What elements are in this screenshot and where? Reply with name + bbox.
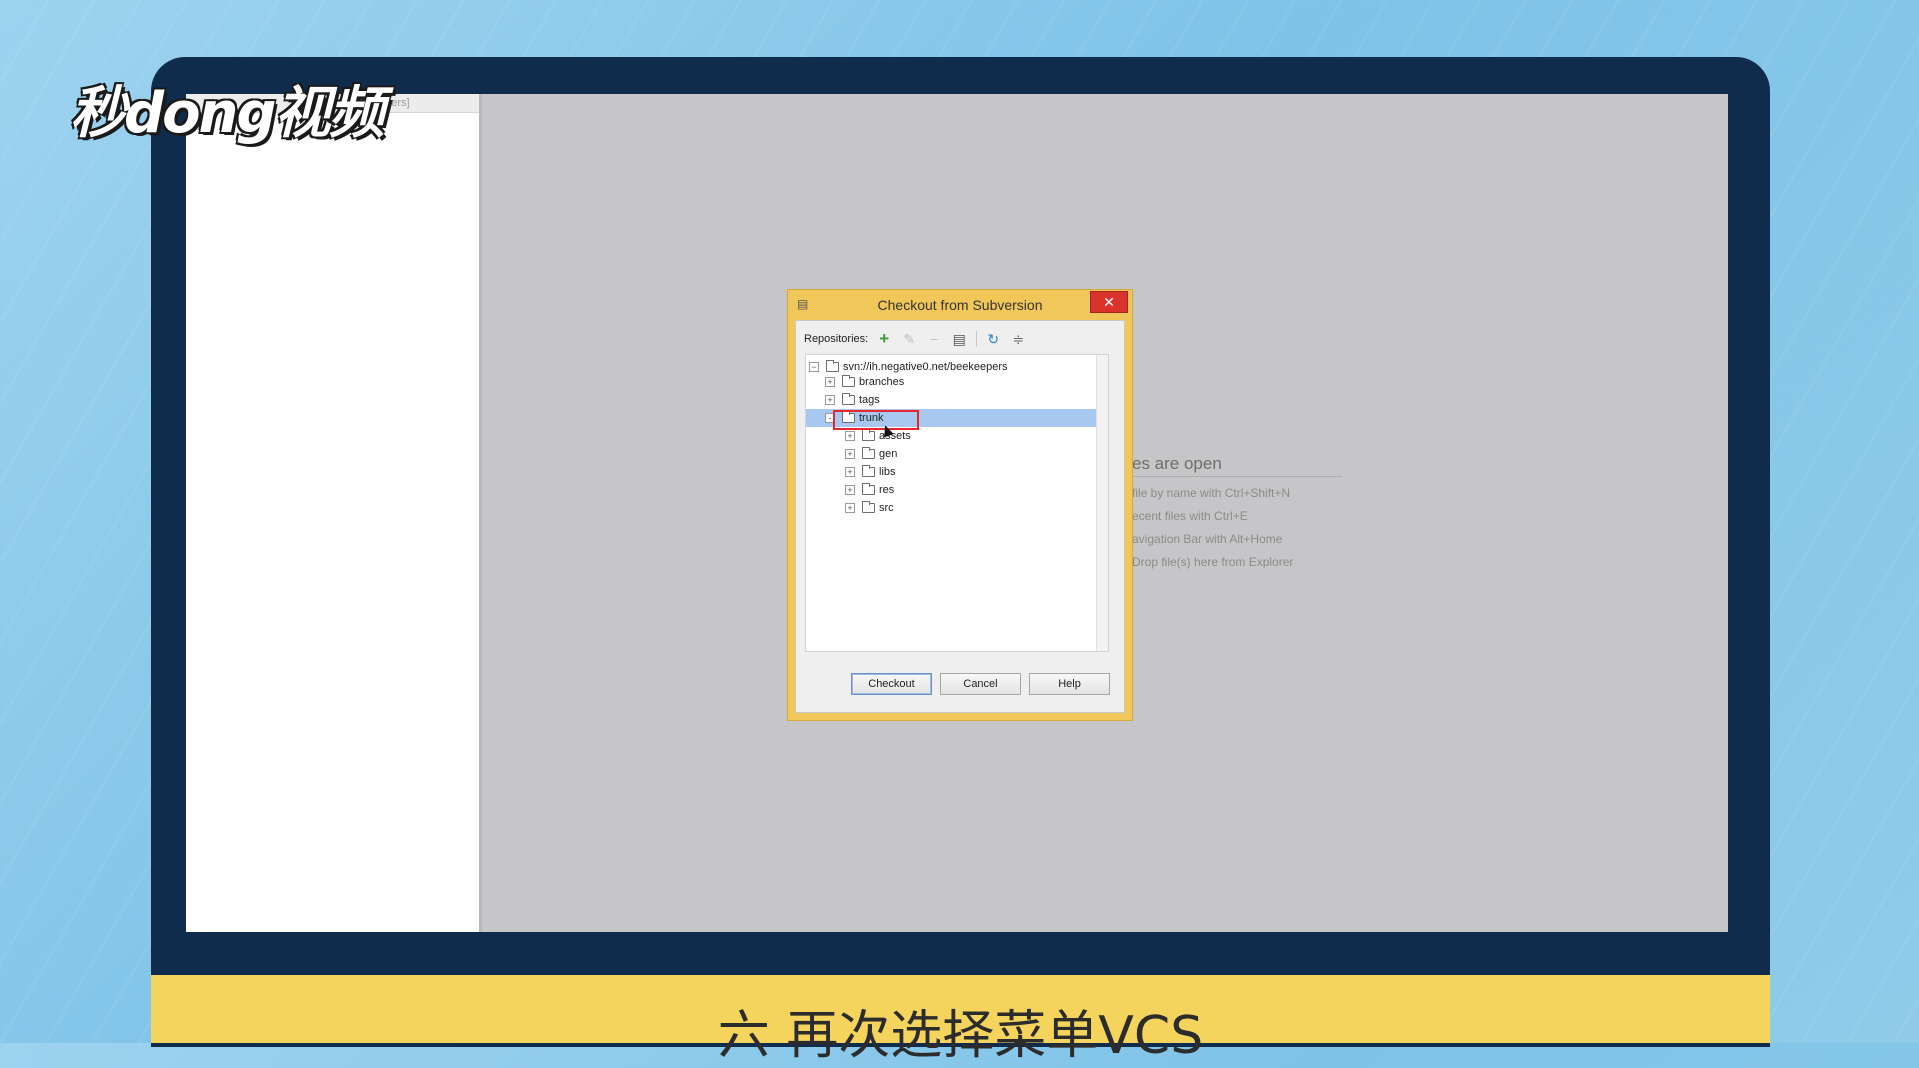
repositories-label: Repositories: (804, 333, 869, 345)
expand-toggle[interactable]: + (825, 395, 835, 405)
tree-row[interactable]: + libs (806, 463, 1096, 481)
browse-icon[interactable]: ▤ (951, 331, 967, 347)
tree-row[interactable]: + tags (806, 391, 1096, 409)
tree-row[interactable]: + res (806, 481, 1096, 499)
expand-toggle[interactable]: + (845, 503, 855, 513)
expand-toggle[interactable]: + (845, 449, 855, 459)
expand-toggle[interactable]: + (845, 485, 855, 495)
cancel-button[interactable]: Cancel (940, 673, 1021, 695)
repositories-toolbar: Repositories: + ✎ − ▤ ↻ ≑ (804, 330, 1035, 348)
folder-icon (862, 447, 875, 459)
folder-icon (862, 429, 875, 441)
collapse-icon[interactable]: ≑ (1010, 331, 1026, 347)
expand-toggle[interactable]: + (845, 467, 855, 477)
tree-item-label: libs (879, 466, 896, 478)
tree-item-label: src (879, 502, 894, 514)
dialog-body: Repositories: + ✎ − ▤ ↻ ≑ − svn://ih.neg… (795, 320, 1125, 713)
tree-row[interactable]: + branches (806, 373, 1096, 391)
refresh-icon[interactable]: ↻ (985, 331, 1001, 347)
tree-scrollbar[interactable] (1096, 355, 1108, 651)
empty-hint: file by name with Ctrl+Shift+N (1132, 486, 1291, 500)
folder-icon (842, 375, 855, 387)
checkout-dialog: ▤ Checkout from Subversion ✕ Repositorie… (787, 289, 1133, 721)
tree-item-label: branches (859, 376, 905, 388)
editor-empty-state: es are open file by name with Ctrl+Shift… (1132, 454, 1342, 569)
edit-icon[interactable]: ✎ (901, 331, 917, 347)
folder-icon (862, 501, 875, 513)
tree-item-label: tags (859, 394, 880, 406)
toolbar-separator (976, 331, 978, 347)
close-button[interactable]: ✕ (1090, 291, 1128, 313)
tree-row[interactable]: + gen (806, 445, 1096, 463)
checkout-button[interactable]: Checkout (851, 673, 932, 695)
expand-toggle[interactable]: + (825, 377, 835, 387)
empty-hint: avigation Bar with Alt+Home (1132, 532, 1283, 546)
empty-hint: Drop file(s) here from Explorer (1132, 555, 1294, 569)
project-panel: [beekeepers] (186, 94, 482, 932)
folder-icon (862, 483, 875, 495)
empty-hint: ecent files with Ctrl+E (1132, 509, 1248, 523)
dialog-buttons: Checkout Cancel Help (851, 673, 1118, 695)
collapse-toggle[interactable]: − (809, 362, 819, 372)
annotation-highlight-box (833, 410, 919, 430)
tree-item-label: gen (879, 448, 898, 460)
dialog-title: Checkout from Subversion (877, 297, 1043, 313)
tree-row[interactable]: + src (806, 499, 1096, 517)
folder-icon (826, 360, 839, 372)
subtitle-text: 六 再次选择菜单VCS (717, 1006, 1204, 1066)
tree-item-label: res (879, 484, 895, 496)
subtitle-banner: 六 再次选择菜单VCS (151, 975, 1770, 1066)
empty-state-title: es are open (1132, 454, 1342, 477)
folder-icon (842, 393, 855, 405)
repository-tree[interactable]: − svn://ih.negative0.net/beekeepers + br… (805, 354, 1109, 652)
watermark-logo: 秒dong视频 (70, 81, 385, 146)
remove-icon[interactable]: − (926, 331, 942, 347)
help-button[interactable]: Help (1029, 673, 1110, 695)
folder-icon (862, 465, 875, 477)
expand-toggle[interactable]: + (845, 431, 855, 441)
dialog-titlebar[interactable]: ▤ Checkout from Subversion ✕ (788, 290, 1132, 320)
add-icon[interactable]: + (876, 330, 892, 347)
